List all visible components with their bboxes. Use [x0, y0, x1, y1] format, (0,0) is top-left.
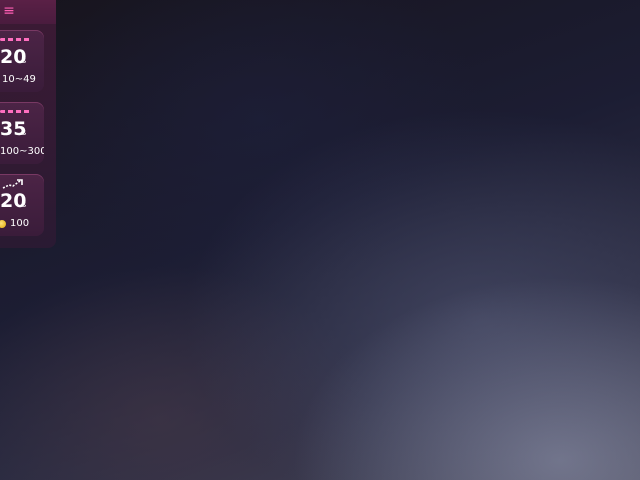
- card-unit: s: [22, 128, 27, 137]
- info-card-1[interactable]: 20 s 10~49: [0, 30, 44, 92]
- toggle-icon[interactable]: ≡: [0, 2, 18, 20]
- trend-up-icon: [2, 179, 23, 189]
- card-unit: s: [22, 56, 27, 65]
- side-panel: ≡ 20 s 10~49 35 s 100~300 20 s 100: [0, 0, 56, 248]
- card-unit: s: [22, 200, 27, 209]
- panel-header: ≡: [0, 0, 56, 24]
- info-card-3[interactable]: 20 s 100: [0, 174, 44, 236]
- card-detail: 10~49: [2, 74, 36, 85]
- coin-icon: [0, 220, 6, 228]
- game-screen: ≡ 20 s 10~49 35 s 100~300 20 s 100: [0, 0, 640, 480]
- card-detail: 100~300: [0, 146, 44, 157]
- dashes-icon: [0, 38, 30, 41]
- info-card-2[interactable]: 35 s 100~300: [0, 102, 44, 164]
- dashes-icon: [0, 110, 30, 113]
- card-detail: 100: [10, 218, 30, 229]
